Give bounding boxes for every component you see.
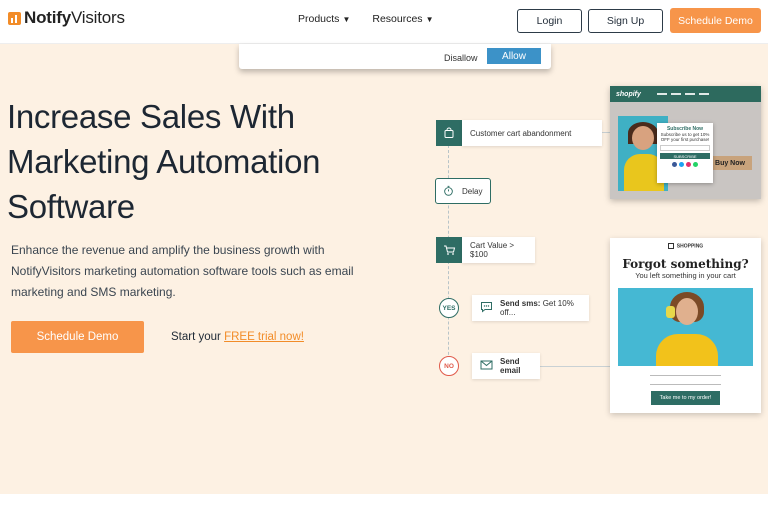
hero-title-line-1: Increase Sales With [7, 98, 295, 135]
email-headline: Forgot something? [622, 257, 749, 272]
yes-branch-badge: YES [439, 298, 459, 318]
logo[interactable]: NotifyVisitors [8, 8, 125, 28]
social-icons [660, 162, 710, 167]
email-brand: SHOPPING [610, 243, 761, 249]
allow-button[interactable]: Allow [487, 48, 541, 64]
facebook-icon [672, 162, 677, 167]
nav-products-label: Products [298, 13, 340, 25]
no-branch-badge: NO [439, 356, 459, 376]
signup-button[interactable]: Sign Up [588, 9, 663, 33]
nav-products[interactable]: Products ▼ [298, 13, 350, 25]
logo-text: NotifyVisitors [24, 8, 125, 27]
subscribe-popup: Subscribe Now Subscribe us to get 10% OF… [657, 123, 713, 183]
envelope-icon [480, 360, 493, 372]
flow-step-cart-abandonment: Customer cart abandonment [436, 120, 602, 146]
send-sms-label: Send sms: Get 10% off... [500, 299, 574, 317]
flow-step-send-sms: Send sms: Get 10% off... [472, 295, 589, 321]
free-trial-link[interactable]: FREE trial now! [224, 331, 304, 343]
email-text-line [650, 375, 721, 376]
abandoned-cart-email-mockup: SHOPPING Forgot something? You left some… [610, 238, 761, 413]
chevron-down-icon: ▼ [425, 14, 434, 24]
flow-step-send-email: Send email [472, 353, 540, 379]
shopify-navbar: shopify [610, 86, 761, 102]
logo-bars-icon [8, 11, 21, 25]
delay-label: Delay [462, 186, 483, 196]
notification-consent-popup: Disallow Allow [239, 44, 551, 69]
flow-step-label: Customer cart abandonment [462, 120, 602, 146]
nav-resources-label: Resources [372, 13, 423, 25]
flow-step-delay: Delay [435, 178, 491, 204]
hero-title: Increase Sales With Marketing Automation… [7, 94, 320, 229]
hero-title-line-3: Software [7, 188, 135, 225]
disallow-button[interactable]: Disallow [444, 53, 478, 63]
shopify-logo: shopify [616, 90, 641, 98]
flow-step-cart-value: Cart Value > $100 [436, 237, 535, 263]
stopwatch-icon [443, 185, 454, 198]
twitter-icon [679, 162, 684, 167]
subscribe-button: SUBSCRIBE [660, 153, 710, 159]
flow-step-label: Cart Value > $100 [462, 237, 535, 263]
whatsapp-icon [693, 162, 698, 167]
login-button[interactable]: Login [517, 9, 582, 33]
email-cta-button: Take me to my order! [651, 391, 720, 405]
flow-connector-email [540, 366, 610, 367]
hero-title-line-2: Marketing Automation [7, 143, 321, 180]
send-email-label: Send email [500, 357, 521, 375]
email-text-line [650, 384, 721, 385]
nav-resources[interactable]: Resources ▼ [372, 13, 433, 25]
email-model-photo [618, 288, 753, 366]
shopify-nav-lines [656, 93, 709, 95]
subscribe-email-field [660, 145, 710, 151]
shopping-cart-icon [436, 237, 462, 263]
trial-prefix: Start your [171, 331, 225, 343]
shopping-bag-icon [667, 243, 674, 249]
schedule-demo-hero-button[interactable]: Schedule Demo [11, 321, 144, 353]
email-subline: You left something in your cart [635, 271, 736, 281]
hero-subtitle: Enhance the revenue and amplify the busi… [11, 243, 354, 299]
schedule-demo-header-button[interactable]: Schedule Demo [670, 8, 761, 33]
below-hero [0, 494, 768, 525]
top-header: NotifyVisitors Products ▼ Resources ▼ Lo… [0, 0, 768, 44]
buy-now-button: Buy Now [708, 156, 752, 170]
chevron-down-icon: ▼ [342, 14, 351, 24]
subscribe-text: Subscribe us to get 10% OFF your first p… [660, 132, 710, 142]
main-nav: Products ▼ Resources ▼ [298, 13, 433, 25]
chat-bubble-icon [480, 301, 493, 315]
instagram-icon [686, 162, 691, 167]
free-trial-text: Start your FREE trial now! [171, 331, 304, 343]
shopping-bag-icon [436, 120, 462, 146]
